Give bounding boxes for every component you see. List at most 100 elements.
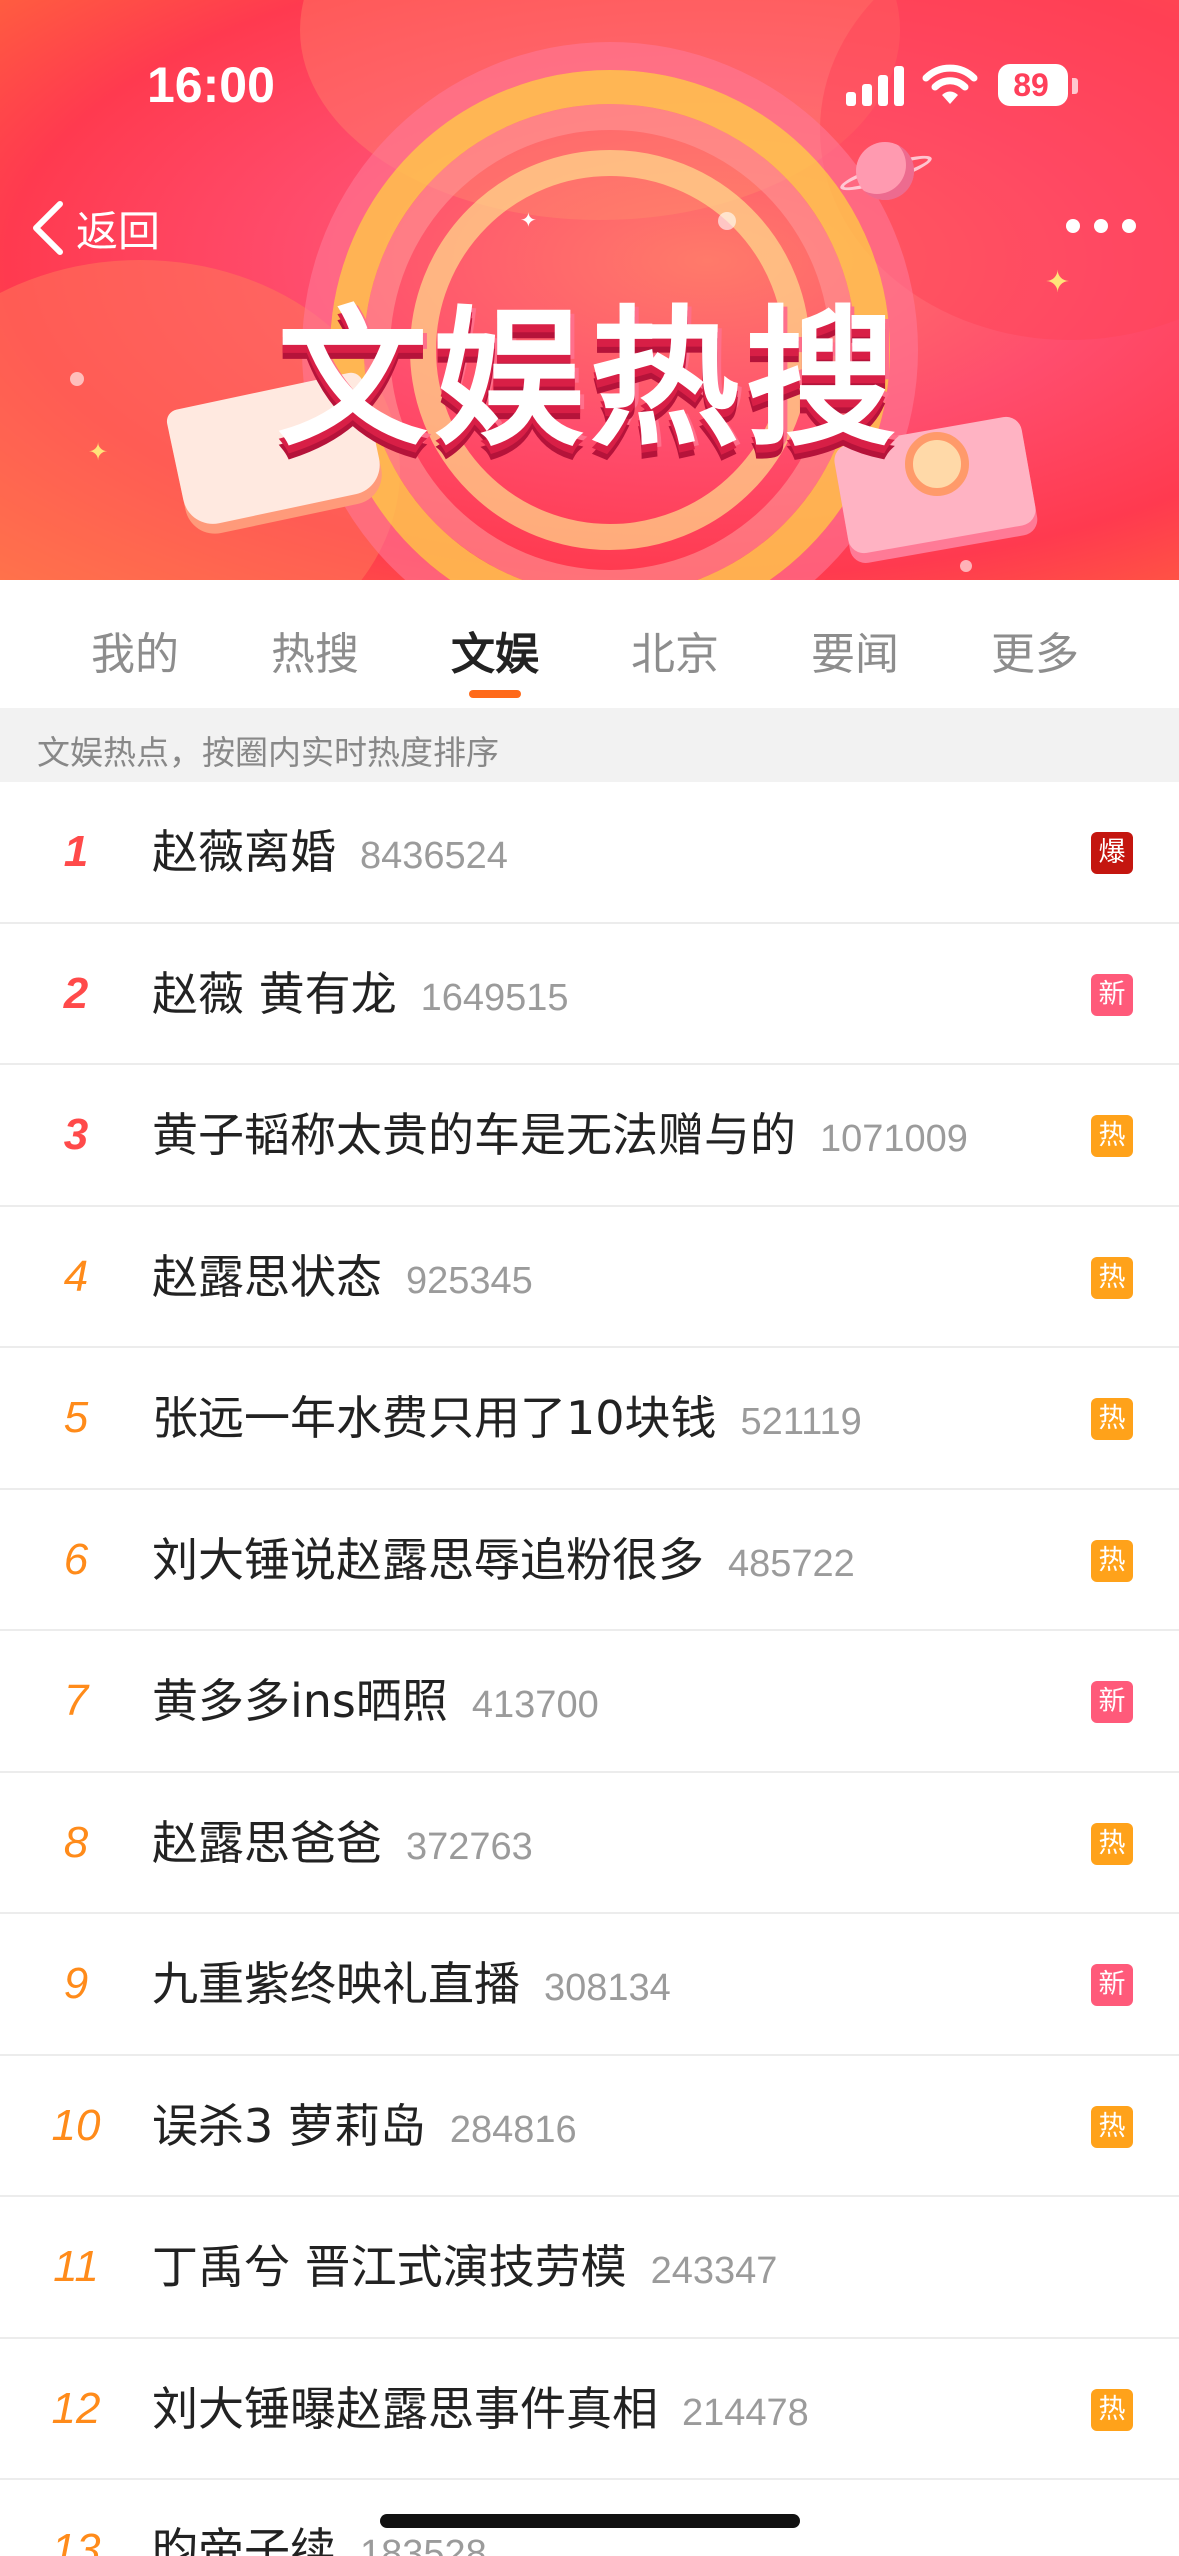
more-options-button[interactable] [1066, 206, 1136, 246]
status-badge: 热 [1091, 1256, 1133, 1299]
heat-count: 214478 [682, 2391, 809, 2434]
heat-count: 183528 [360, 2533, 487, 2556]
status-badge: 热 [1091, 2105, 1133, 2148]
status-time: 16:00 [147, 57, 275, 113]
rank-number: 4 [63, 1251, 89, 1301]
banner-title: 文娱热搜 [277, 293, 902, 467]
tab-news[interactable]: 要闻 [795, 618, 915, 682]
topic-title[interactable]: 赵露思爸爸 [152, 1816, 382, 1870]
topic-title[interactable]: 赵薇 黄有龙 [152, 967, 397, 1021]
list-item-content: 刘大锤曝赵露思事件真相 214478 [152, 2339, 809, 2479]
topic-title[interactable]: 刘大锤说赵露思辱追粉很多 [152, 1533, 704, 1587]
planet-icon [856, 142, 914, 200]
list-item[interactable]: 12 刘大锤曝赵露思事件真相 214478 热 [0, 2339, 1179, 2480]
rank-number: 7 [63, 1676, 89, 1725]
rank-number: 11 [53, 2242, 99, 2291]
status-badge: 热 [1091, 1822, 1133, 1865]
heat-count: 413700 [471, 1684, 599, 1726]
list-item-content: 赵露思状态 925345 [152, 1207, 533, 1347]
list-item[interactable]: 3 黄子韬称太贵的车是无法赠与的 1071009 热 [0, 1065, 1179, 1207]
list-item-content: 赵薇 黄有龙 1649515 [152, 924, 569, 1064]
topic-title[interactable]: 赵薇离婚 [152, 825, 336, 879]
tab-entertainment[interactable]: 文娱 [435, 618, 555, 682]
topic-title[interactable]: 误杀3 萝莉岛 [152, 2099, 426, 2153]
rank-number: 10 [51, 2100, 101, 2150]
status-badge: 新 [1091, 973, 1133, 1016]
back-label: 返回 [76, 206, 161, 256]
list-item[interactable]: 8 赵露思爸爸 372763 热 [0, 1773, 1179, 1914]
more-dot-icon [1066, 219, 1080, 233]
list-item[interactable]: 4 赵露思状态 925345 热 [0, 1207, 1179, 1348]
heat-count: 1649515 [420, 976, 569, 1019]
status-badge: 新 [1091, 1964, 1133, 2006]
subheader-text: 文娱热点，按圈内实时热度排序 [37, 733, 499, 772]
status-badge: 热 [1091, 1115, 1133, 1157]
topic-title[interactable]: 黄多多ins晒照 [152, 1674, 448, 1728]
heat-count: 8436524 [360, 835, 508, 877]
list-item[interactable]: 9 九重紫终映礼直播 308134 新 [0, 1914, 1179, 2056]
dot-decoration [960, 560, 972, 572]
home-indicator[interactable] [380, 2514, 800, 2528]
topic-title[interactable]: 张远一年水费只用了10块钱 [152, 1391, 717, 1445]
heat-count: 485722 [728, 1542, 855, 1585]
rank-number: 13 [51, 2525, 101, 2556]
topic-title[interactable]: 丁禹兮 晋江式演技劳模 [152, 2240, 627, 2294]
status-badge: 爆 [1091, 832, 1133, 874]
topic-title[interactable]: 刘大锤曝赵露思事件真相 [152, 2382, 658, 2436]
tab-bar: 我的 热搜 文娱 北京 要闻 更多 [0, 580, 1179, 708]
rank-number: 12 [51, 2383, 101, 2433]
list-item-content: 丁禹兮 晋江式演技劳模 243347 [152, 2197, 777, 2337]
rank-number: 2 [63, 968, 89, 1018]
list-subheader: 文娱热点，按圈内实时热度排序 [0, 708, 1179, 782]
more-dot-icon [1094, 219, 1108, 233]
chevron-left-icon [33, 201, 63, 255]
active-tab-indicator [469, 690, 521, 698]
rank-number: 9 [63, 1959, 89, 2008]
list-item[interactable]: 1 赵薇离婚 8436524 爆 [0, 782, 1179, 924]
rank-number: 8 [63, 1817, 89, 1867]
heat-count: 308134 [544, 1967, 671, 2009]
topic-title[interactable]: 赵露思状态 [152, 1250, 382, 1304]
heat-count: 1071009 [820, 1118, 968, 1160]
tab-more[interactable]: 更多 [975, 618, 1095, 682]
wifi-icon [922, 64, 978, 104]
topic-title[interactable]: 昀帝子续 [152, 2523, 336, 2556]
sparkle-icon: ✦ [520, 208, 537, 232]
status-badge: 热 [1091, 1398, 1133, 1440]
list-item-content: 黄子韬称太贵的车是无法赠与的 1071009 [152, 1065, 968, 1205]
list-item[interactable]: 10 误杀3 萝莉岛 284816 热 [0, 2056, 1179, 2197]
topic-title[interactable]: 九重紫终映礼直播 [152, 1957, 520, 2011]
list-item-content: 九重紫终映礼直播 308134 [152, 1914, 671, 2054]
list-item[interactable]: 11 丁禹兮 晋江式演技劳模 243347 [0, 2197, 1179, 2339]
status-badge: 热 [1091, 2388, 1133, 2431]
heat-count: 284816 [449, 2108, 577, 2151]
battery-nub [1072, 78, 1078, 94]
back-button[interactable]: 返回 [28, 196, 160, 260]
list-item[interactable]: 5 张远一年水费只用了10块钱 521119 热 [0, 1348, 1179, 1490]
cellular-signal-icon [846, 66, 904, 106]
status-badge: 新 [1091, 1681, 1133, 1723]
rank-number: 6 [63, 1534, 89, 1584]
tab-hot-search[interactable]: 热搜 [255, 618, 375, 682]
list-item-content: 黄多多ins晒照 413700 [152, 1631, 599, 1771]
heat-count: 372763 [406, 1825, 533, 1868]
rank-number: 5 [63, 1393, 89, 1442]
dot-decoration [718, 212, 736, 230]
tab-mine[interactable]: 我的 [75, 618, 195, 682]
more-dot-icon [1122, 219, 1136, 233]
list-item-content: 张远一年水费只用了10块钱 521119 [152, 1348, 862, 1488]
heat-count: 925345 [406, 1259, 533, 1302]
trending-list: 1 赵薇离婚 8436524 爆 2 赵薇 黄有龙 1649515 新 3 黄子韬称太贵的车是无法… [0, 782, 1179, 2556]
rank-number: 1 [63, 827, 89, 876]
list-item-content: 误杀3 萝莉岛 284816 [152, 2056, 577, 2196]
status-badge: 热 [1091, 1539, 1133, 1582]
list-item-content: 赵薇离婚 8436524 [152, 782, 508, 922]
list-item[interactable]: 7 黄多多ins晒照 413700 新 [0, 1631, 1179, 1773]
list-item-content: 刘大锤说赵露思辱追粉很多 485722 [152, 1490, 855, 1630]
tab-beijing[interactable]: 北京 [615, 618, 735, 682]
list-item[interactable]: 2 赵薇 黄有龙 1649515 新 [0, 924, 1179, 1065]
heat-count: 521119 [740, 1401, 862, 1443]
heat-count: 243347 [650, 2250, 778, 2292]
topic-title[interactable]: 黄子韬称太贵的车是无法赠与的 [152, 1108, 796, 1162]
list-item[interactable]: 6 刘大锤说赵露思辱追粉很多 485722 热 [0, 1490, 1179, 1631]
